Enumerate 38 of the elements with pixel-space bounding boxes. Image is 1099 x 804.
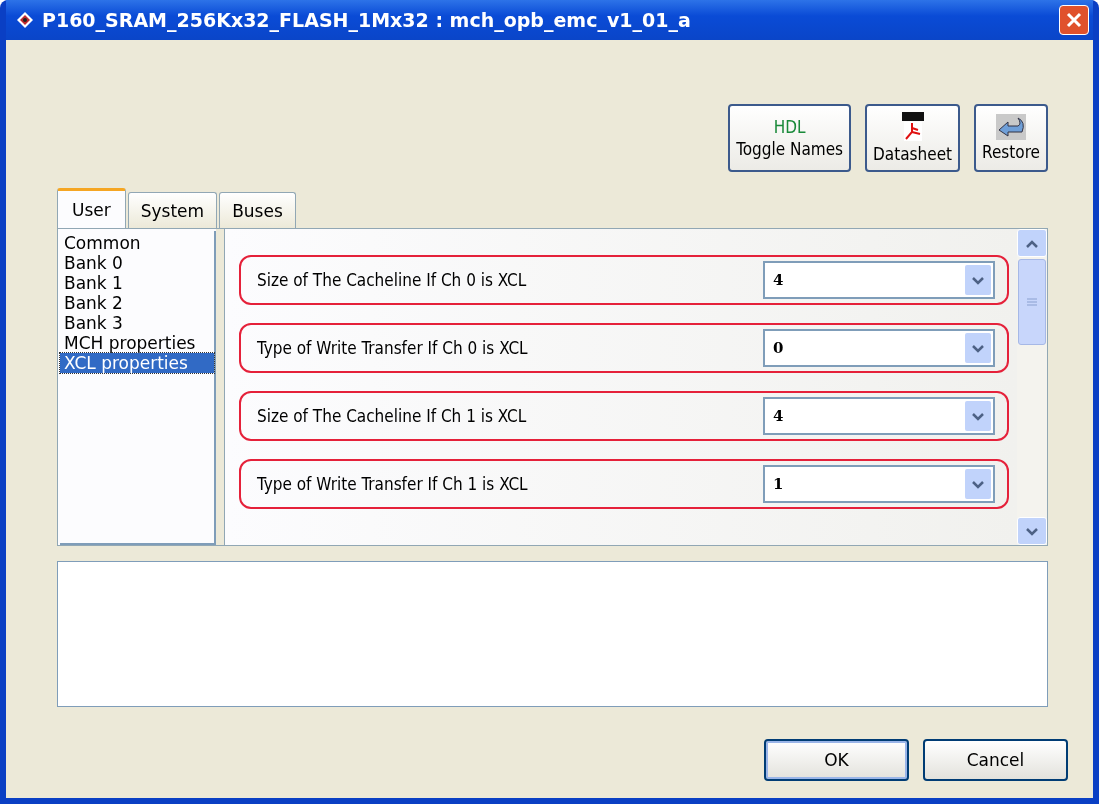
datasheet-button[interactable]: Datasheet [865, 104, 961, 172]
button-label: Datasheet [873, 144, 953, 164]
scrollbar[interactable] [1017, 229, 1047, 545]
button-label: Restore [982, 142, 1040, 162]
button-label: Toggle Names [736, 139, 844, 159]
hdl-label: HDL [773, 117, 806, 137]
category-item[interactable]: Common [60, 233, 214, 253]
restore-arrow-icon [996, 114, 1027, 140]
category-item[interactable]: MCH properties [60, 333, 214, 353]
app-icon [16, 11, 34, 29]
grip-icon [1027, 298, 1037, 306]
value-dropdown[interactable]: 4 [763, 261, 995, 299]
category-item[interactable]: Bank 1 [60, 273, 214, 293]
parameter-label: Size of The Cacheline If Ch 1 is XCL [257, 406, 527, 426]
parameter-label: Size of The Cacheline If Ch 0 is XCL [257, 270, 527, 290]
pdf-icon [899, 112, 926, 142]
toggle-names-button[interactable]: HDL Toggle Names [728, 104, 852, 172]
ok-button[interactable]: OK [764, 739, 909, 781]
tab[interactable]: System [127, 192, 218, 228]
value-dropdown[interactable]: 4 [763, 397, 995, 435]
parameter-label: Type of Write Transfer If Ch 0 is XCL [257, 338, 528, 358]
scroll-down-icon [1025, 526, 1039, 536]
scroll-up-icon [1025, 238, 1039, 248]
category-item[interactable]: Bank 2 [60, 293, 214, 313]
close-icon [1066, 12, 1082, 28]
category-item[interactable]: Bank 3 [60, 313, 214, 333]
category-item[interactable]: XCL properties [60, 353, 214, 373]
value-dropdown[interactable]: 1 [763, 465, 995, 503]
window-title: P160_SRAM_256Kx32_FLASH_1Mx32 : mch_opb_emc_v1_01_a [42, 9, 692, 31]
cancel-button[interactable]: Cancel [923, 739, 1068, 781]
close-button[interactable] [1059, 5, 1089, 35]
value-dropdown[interactable]: 0 [763, 329, 995, 367]
tab[interactable]: User [57, 188, 126, 228]
restore-button[interactable]: Restore [974, 104, 1048, 172]
category-item[interactable]: Bank 0 [60, 253, 214, 273]
parameter-label: Type of Write Transfer If Ch 1 is XCL [257, 474, 528, 494]
tab[interactable]: Buses [219, 192, 296, 228]
pane-splitter[interactable] [216, 229, 225, 545]
